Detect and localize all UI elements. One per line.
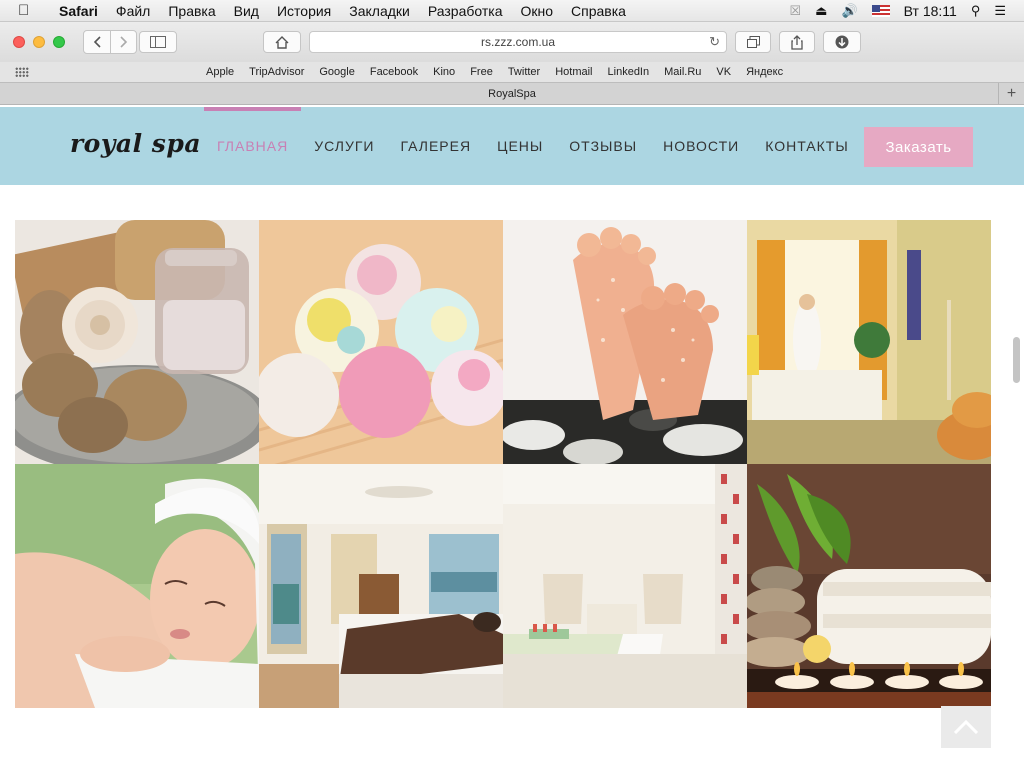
favorite-link[interactable]: Яндекс — [746, 66, 783, 78]
close-window-button[interactable] — [13, 36, 25, 48]
gallery-image-hotel-bedroom[interactable] — [259, 464, 503, 708]
gallery-image-nutmeg-salt[interactable] — [15, 220, 259, 464]
nav-gallery[interactable]: ГАЛЕРЕЯ — [387, 107, 484, 185]
favorite-link[interactable]: Hotmail — [555, 66, 592, 78]
download-icon — [835, 35, 849, 49]
gallery-image-feet-stones[interactable] — [503, 220, 747, 464]
tab-title[interactable]: RoyalSpa — [488, 88, 536, 100]
favorite-link[interactable]: Google — [319, 66, 354, 78]
favorite-link[interactable]: Mail.Ru — [664, 66, 701, 78]
scroll-to-top-button[interactable] — [941, 706, 991, 748]
menu-file[interactable]: Файл — [107, 3, 159, 19]
gallery-image-bath-bombs[interactable] — [259, 220, 503, 464]
zoom-window-button[interactable] — [53, 36, 65, 48]
favorite-link[interactable]: Apple — [206, 66, 234, 78]
page-scrollbar[interactable] — [1013, 337, 1020, 383]
spotlight-search-icon[interactable]: ⚲ — [971, 3, 981, 19]
favorite-link[interactable]: LinkedIn — [608, 66, 650, 78]
top-sites-grid-icon[interactable] — [15, 67, 29, 77]
favorite-link[interactable]: TripAdvisor — [249, 66, 304, 78]
tabs-overview-button[interactable] — [735, 31, 771, 53]
tab-bar: RoyalSpa + — [0, 82, 1024, 105]
sidebar-icon — [150, 36, 166, 48]
nav-contacts[interactable]: КОНТАКТЫ — [752, 107, 862, 185]
share-icon — [791, 34, 803, 50]
reload-icon[interactable]: ↻ — [709, 34, 720, 50]
input-source-flag-icon[interactable] — [871, 4, 890, 17]
apple-menu-icon[interactable]:  — [18, 2, 40, 19]
downloads-button[interactable] — [823, 31, 861, 53]
share-button[interactable] — [779, 31, 815, 53]
favorite-link[interactable]: Twitter — [508, 66, 540, 78]
sidebar-toggle-button[interactable] — [139, 31, 177, 53]
home-button[interactable] — [263, 31, 301, 53]
menu-develop[interactable]: Разработка — [419, 3, 512, 19]
back-button[interactable] — [84, 31, 110, 53]
url-text: rs.zzz.com.ua — [480, 35, 555, 49]
site-logo[interactable]: royal spa — [70, 129, 201, 158]
status-close-icon[interactable]: ☒ — [790, 3, 802, 19]
main-nav: ГЛАВНАЯ УСЛУГИ ГАЛЕРЕЯ ЦЕНЫ ОТЗЫВЫ НОВОС… — [204, 107, 862, 185]
volume-icon[interactable]: 🔊 — [841, 3, 857, 19]
chevron-up-icon — [954, 720, 978, 734]
macos-menubar:  Safari Файл Правка Вид История Закладк… — [0, 0, 1024, 22]
nav-reviews[interactable]: ОТЗЫВЫ — [556, 107, 650, 185]
menu-edit[interactable]: Правка — [159, 3, 224, 19]
menu-help[interactable]: Справка — [562, 3, 635, 19]
menu-bookmarks[interactable]: Закладки — [340, 3, 419, 19]
gallery-image-stones-candles[interactable] — [747, 464, 991, 708]
favorite-link[interactable]: VK — [716, 66, 731, 78]
forward-button[interactable] — [110, 31, 136, 53]
address-bar[interactable]: rs.zzz.com.ua ↻ — [309, 31, 727, 53]
favorite-link[interactable]: Facebook — [370, 66, 418, 78]
eject-icon[interactable]: ⏏ — [815, 3, 827, 19]
order-button[interactable]: Заказать — [864, 127, 973, 167]
history-nav — [83, 30, 137, 54]
notification-center-icon[interactable]: ☰ — [994, 3, 1006, 19]
menu-app-name[interactable]: Safari — [50, 3, 107, 19]
favorite-link[interactable]: Free — [470, 66, 493, 78]
menu-window[interactable]: Окно — [511, 3, 562, 19]
window-controls — [13, 36, 65, 48]
favorites-bar: Apple TripAdvisor Google Facebook Kino F… — [0, 62, 1024, 82]
nav-services[interactable]: УСЛУГИ — [301, 107, 387, 185]
minimize-window-button[interactable] — [33, 36, 45, 48]
web-page: royal spa ГЛАВНАЯ УСЛУГИ ГАЛЕРЕЯ ЦЕНЫ ОТ… — [0, 107, 1024, 768]
menu-history[interactable]: История — [268, 3, 340, 19]
gallery-image-pedicure-room[interactable] — [503, 464, 747, 708]
gallery-image-spa-bathroom[interactable] — [747, 220, 991, 464]
home-icon — [275, 35, 289, 49]
tabs-icon — [746, 36, 760, 48]
site-header: royal spa ГЛАВНАЯ УСЛУГИ ГАЛЕРЕЯ ЦЕНЫ ОТ… — [0, 107, 1024, 185]
gallery-image-woman-towel[interactable] — [15, 464, 259, 708]
chevron-right-icon — [119, 36, 127, 48]
favorite-link[interactable]: Kino — [433, 66, 455, 78]
nav-home[interactable]: ГЛАВНАЯ — [204, 107, 302, 185]
nav-prices[interactable]: ЦЕНЫ — [484, 107, 556, 185]
chevron-left-icon — [93, 36, 101, 48]
browser-toolbar: rs.zzz.com.ua ↻ — [0, 22, 1024, 62]
new-tab-button[interactable]: + — [998, 83, 1024, 105]
photo-gallery — [15, 220, 991, 708]
nav-news[interactable]: НОВОСТИ — [650, 107, 752, 185]
menu-view[interactable]: Вид — [225, 3, 268, 19]
clock[interactable]: Вт 18:11 — [904, 3, 957, 19]
